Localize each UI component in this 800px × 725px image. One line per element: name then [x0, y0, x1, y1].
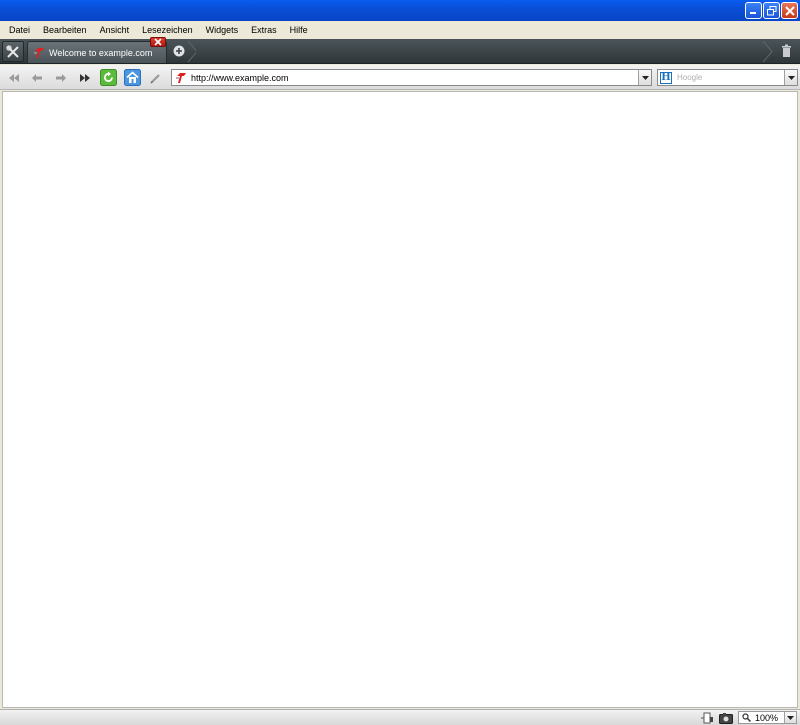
search-input[interactable] [677, 73, 777, 82]
status-bar: 100% [0, 709, 800, 725]
menu-widgets[interactable]: Widgets [201, 21, 244, 39]
menu-bearbeiten[interactable]: Bearbeiten [38, 21, 92, 39]
menu-lesezeichen[interactable]: Lesezeichen [137, 21, 198, 39]
zoom-control[interactable]: 100% [738, 711, 797, 724]
tab-title: Welcome to example.com [49, 47, 153, 58]
opera-logo-icon [176, 72, 186, 83]
tab-bar: Welcome to example.com [0, 39, 800, 64]
close-icon [784, 5, 795, 16]
minimize-icon [750, 12, 756, 14]
search-bar[interactable]: H [657, 69, 798, 86]
trash-icon [763, 41, 791, 62]
window-title-bar[interactable] [0, 0, 800, 21]
address-dropdown-button[interactable] [638, 70, 651, 85]
forward-icon [56, 73, 66, 82]
plus-icon [173, 41, 196, 62]
rewind-button[interactable] [5, 68, 23, 87]
restore-button[interactable] [763, 2, 780, 19]
close-window-button[interactable] [781, 2, 798, 19]
back-icon [32, 73, 42, 82]
rewind-icon [9, 73, 19, 82]
fast-forward-button[interactable] [76, 68, 94, 87]
tools-icon [6, 44, 19, 58]
page-speed-icon[interactable] [701, 712, 715, 724]
tools-menu-button[interactable] [2, 41, 24, 62]
chevron-down-icon [787, 75, 795, 80]
minimize-button[interactable] [745, 2, 762, 19]
chevron-down-icon [641, 75, 649, 80]
chevron-down-icon [787, 715, 794, 720]
url-text[interactable]: http://www.example.com [191, 73, 289, 83]
reload-icon [99, 69, 117, 86]
camera-icon[interactable] [719, 712, 733, 724]
menu-hilfe[interactable]: Hilfe [285, 21, 313, 39]
address-bar[interactable]: http://www.example.com [171, 69, 652, 86]
menu-bar: Datei Bearbeiten Ansicht Lesezeichen Wid… [0, 21, 800, 39]
opera-logo-icon [34, 47, 44, 58]
menu-datei[interactable]: Datei [4, 21, 35, 39]
forward-button[interactable] [52, 68, 70, 87]
trash-button[interactable] [760, 41, 798, 62]
back-button[interactable] [28, 68, 46, 87]
home-button[interactable] [123, 68, 141, 87]
zoom-level: 100% [755, 712, 779, 723]
close-tab-button[interactable] [150, 37, 166, 47]
fast-forward-icon [80, 73, 90, 82]
tab-active[interactable]: Welcome to example.com [27, 41, 167, 63]
page-content-area[interactable] [2, 91, 798, 708]
new-tab-button[interactable] [168, 41, 196, 62]
restore-icon [766, 5, 776, 15]
menu-ansicht[interactable]: Ansicht [95, 21, 135, 39]
search-dropdown-button[interactable] [784, 70, 797, 85]
magnifier-icon [742, 713, 751, 722]
reload-button[interactable] [99, 68, 117, 87]
zoom-dropdown-button[interactable] [784, 712, 796, 723]
menu-extras[interactable]: Extras [246, 21, 282, 39]
pencil-icon [150, 73, 160, 84]
navigation-toolbar: http://www.example.com H [0, 65, 800, 90]
edit-button[interactable] [147, 68, 165, 87]
home-icon [123, 69, 141, 86]
close-icon [154, 38, 162, 46]
search-engine-icon[interactable]: H [660, 71, 672, 84]
